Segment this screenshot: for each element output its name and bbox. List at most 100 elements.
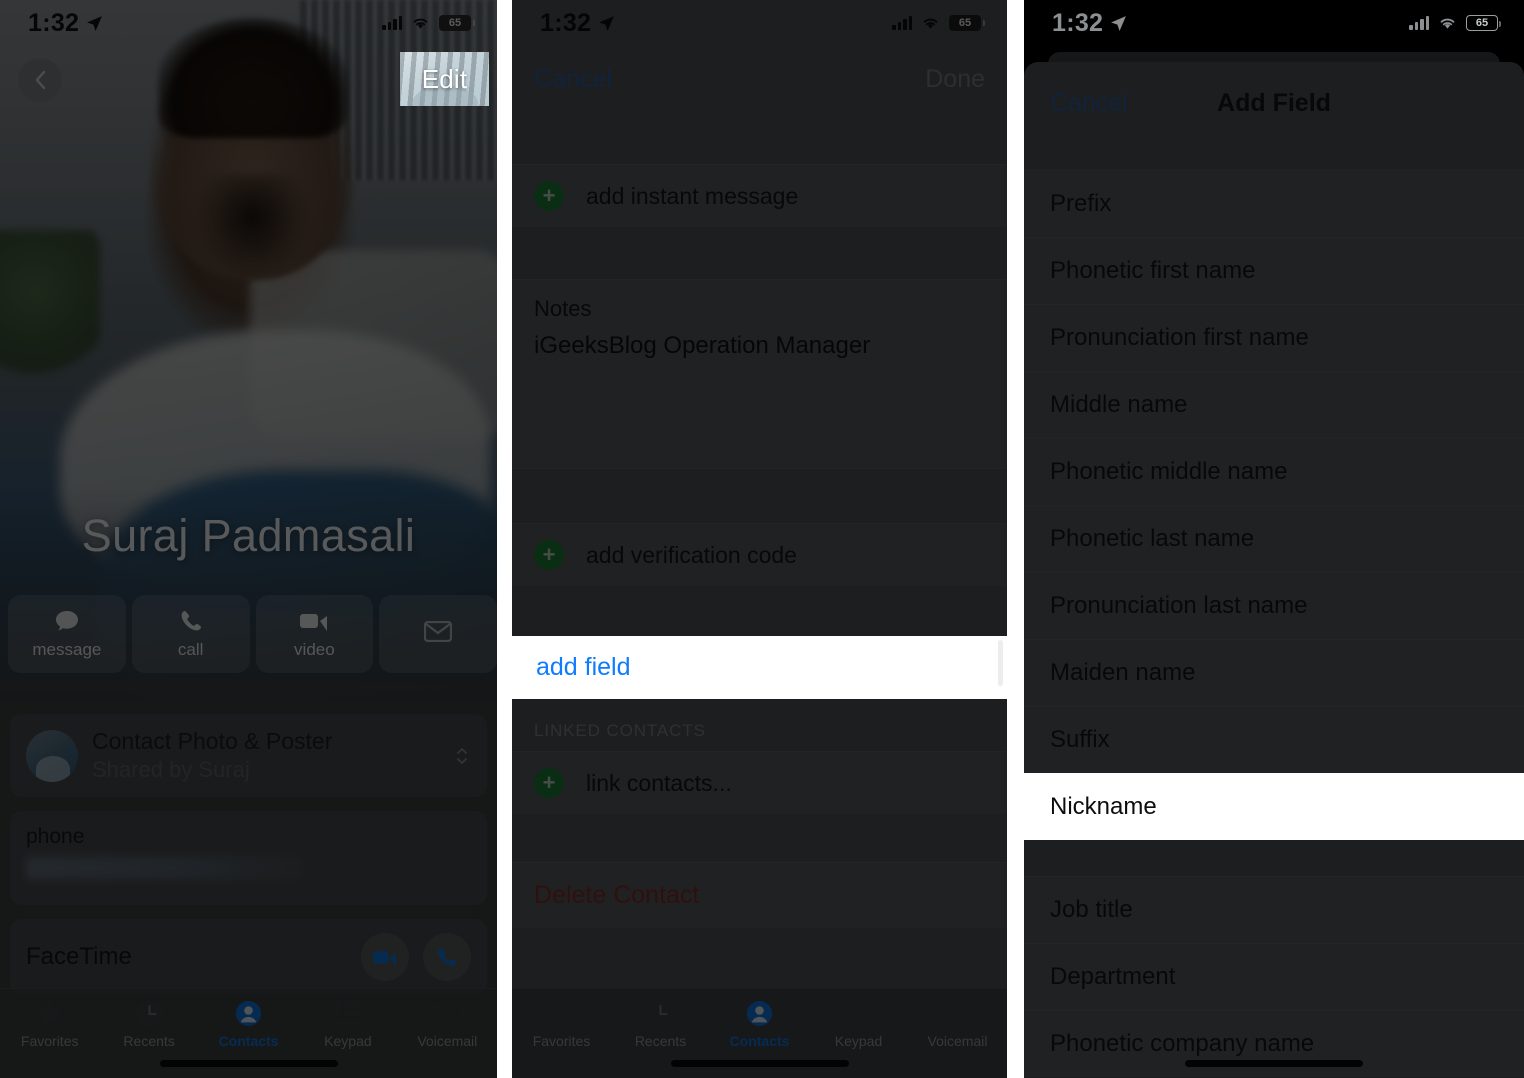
mail-button[interactable] bbox=[379, 595, 497, 673]
video-camera-icon bbox=[373, 951, 397, 966]
tab-voicemail-label: Voicemail bbox=[927, 1033, 988, 1049]
green-plus-circle-icon: + bbox=[534, 768, 564, 798]
section-gap bbox=[512, 469, 1007, 523]
tab-recents[interactable]: Recents bbox=[99, 998, 198, 1049]
panel-gap-1 bbox=[497, 0, 512, 1078]
edit-button[interactable]: Edit bbox=[400, 52, 489, 106]
status-time: 1:32 bbox=[540, 8, 592, 37]
location-arrow-icon bbox=[87, 15, 103, 31]
field-row-phonetic-last-name[interactable]: Phonetic last name bbox=[1024, 505, 1524, 572]
message-bubble-icon bbox=[54, 608, 80, 634]
location-arrow-icon bbox=[599, 15, 615, 31]
field-row-job-title[interactable]: Job title bbox=[1024, 876, 1524, 943]
voicemail-icon bbox=[940, 998, 975, 1028]
add-verification-code-label: add verification code bbox=[586, 541, 797, 568]
field-row-pronunciation-first-name[interactable]: Pronunciation first name bbox=[1024, 304, 1524, 371]
wifi-icon bbox=[413, 18, 428, 29]
person-circle-icon bbox=[235, 998, 262, 1028]
delete-contact-section: Delete Contact bbox=[512, 862, 1007, 928]
panel-contact-detail: 1:32 65 Edit Suraj Padmasali message cal… bbox=[0, 0, 497, 1078]
linked-contacts-header: LINKED CONTACTS bbox=[534, 721, 706, 740]
cellular-signal-icon bbox=[1409, 16, 1429, 30]
contact-action-buttons: message call video bbox=[8, 595, 497, 673]
add-field-label: add field bbox=[536, 653, 631, 681]
tab-favorites[interactable]: Favorites bbox=[512, 998, 611, 1049]
tab-voicemail[interactable]: Voicemail bbox=[398, 998, 497, 1049]
back-button[interactable] bbox=[18, 58, 62, 102]
field-row-prefix[interactable]: Prefix bbox=[1024, 170, 1524, 237]
clock-icon bbox=[647, 998, 674, 1028]
tab-keypad-label: Keypad bbox=[834, 1033, 883, 1049]
section-gap bbox=[512, 112, 1007, 164]
battery-indicator: 65 bbox=[1466, 15, 1501, 31]
field-row-department[interactable]: Department bbox=[1024, 943, 1524, 1010]
home-indicator bbox=[1185, 1060, 1363, 1067]
wifi-icon bbox=[1440, 18, 1455, 29]
field-row-middle-name[interactable]: Middle name bbox=[1024, 371, 1524, 438]
linked-contacts-section: + link contacts... bbox=[512, 751, 1007, 814]
tab-favorites-label: Favorites bbox=[532, 1033, 591, 1049]
message-button[interactable]: message bbox=[8, 595, 126, 673]
add-instant-message-row[interactable]: + add instant message bbox=[512, 164, 1007, 227]
cellular-signal-icon bbox=[892, 16, 912, 30]
cancel-button[interactable]: Cancel bbox=[534, 65, 612, 94]
field-row-pronunciation-last-name[interactable]: Pronunciation last name bbox=[1024, 572, 1524, 639]
section-gap bbox=[512, 814, 1007, 862]
add-field-row[interactable]: add field bbox=[512, 636, 1007, 699]
tab-keypad[interactable]: Keypad bbox=[298, 998, 397, 1049]
phone-number-redacted bbox=[26, 857, 302, 880]
field-row-nickname[interactable]: Nickname bbox=[1024, 773, 1524, 840]
call-button[interactable]: call bbox=[131, 595, 250, 673]
tab-contacts-label: Contacts bbox=[729, 1033, 790, 1049]
star-icon bbox=[36, 998, 64, 1028]
status-time-group: 1:32 bbox=[1052, 9, 1127, 38]
phone-icon bbox=[438, 948, 457, 966]
tab-keypad[interactable]: Keypad bbox=[809, 998, 908, 1049]
status-time-group: 1:32 bbox=[28, 9, 103, 38]
phone-row[interactable]: phone bbox=[10, 811, 487, 905]
scrollbar-thumb[interactable] bbox=[998, 640, 1003, 686]
call-button-label: call bbox=[177, 640, 204, 659]
three-panel-screenshot-board: 1:32 65 Edit Suraj Padmasali message cal… bbox=[0, 0, 1524, 1078]
field-row-suffix[interactable]: Suffix bbox=[1024, 706, 1524, 773]
tab-favorites[interactable]: Favorites bbox=[0, 998, 99, 1049]
star-icon bbox=[548, 998, 576, 1028]
add-field-navbar: Cancel Add Field bbox=[1024, 62, 1524, 144]
keypad-grid-icon bbox=[334, 998, 361, 1028]
done-button[interactable]: Done bbox=[925, 65, 985, 94]
tab-contacts[interactable]: Contacts bbox=[199, 998, 298, 1049]
facetime-video-button[interactable] bbox=[361, 933, 409, 982]
add-field-sheet: Cancel Add Field Prefix Phonetic first n… bbox=[1024, 62, 1524, 1078]
phone-icon bbox=[179, 608, 203, 634]
field-row-phonetic-first-name[interactable]: Phonetic first name bbox=[1024, 237, 1524, 304]
poster-row-subtitle: Shared by Suraj bbox=[92, 756, 250, 782]
edit-contact-navbar: Cancel Done bbox=[512, 46, 1007, 112]
mail-envelope-icon bbox=[424, 618, 453, 644]
message-button-label: message bbox=[32, 640, 102, 659]
panel-gap-2 bbox=[1007, 0, 1024, 1078]
home-indicator bbox=[670, 1060, 849, 1067]
facetime-audio-button[interactable] bbox=[423, 933, 471, 982]
tab-contacts[interactable]: Contacts bbox=[710, 998, 809, 1049]
section-gap bbox=[512, 586, 1007, 636]
field-row-phonetic-middle-name[interactable]: Phonetic middle name bbox=[1024, 438, 1524, 505]
video-button[interactable]: video bbox=[255, 595, 374, 673]
verification-code-section: + add verification code bbox=[512, 523, 1007, 586]
facetime-row[interactable]: FaceTime bbox=[10, 919, 487, 995]
cancel-button[interactable]: Cancel bbox=[1050, 89, 1128, 118]
notes-section[interactable]: Notes iGeeksBlog Operation Manager bbox=[512, 279, 1007, 469]
contact-photo-poster-row[interactable]: Contact Photo & Poster Shared by Suraj bbox=[10, 714, 487, 797]
tab-favorites-label: Favorites bbox=[20, 1033, 79, 1049]
tab-voicemail[interactable]: Voicemail bbox=[908, 998, 1007, 1049]
keypad-grid-icon bbox=[845, 998, 872, 1028]
tab-recents[interactable]: Recents bbox=[611, 998, 710, 1049]
add-verification-code-row[interactable]: + add verification code bbox=[512, 523, 1007, 586]
clock-icon bbox=[136, 998, 163, 1028]
tab-contacts-label: Contacts bbox=[218, 1033, 279, 1049]
status-bar: 1:32 65 bbox=[1024, 0, 1524, 46]
delete-contact-button[interactable]: Delete Contact bbox=[512, 862, 1007, 928]
link-contacts-row[interactable]: + link contacts... bbox=[512, 751, 1007, 814]
field-row-maiden-name[interactable]: Maiden name bbox=[1024, 639, 1524, 706]
green-plus-circle-icon: + bbox=[534, 540, 564, 570]
home-indicator bbox=[159, 1060, 338, 1067]
